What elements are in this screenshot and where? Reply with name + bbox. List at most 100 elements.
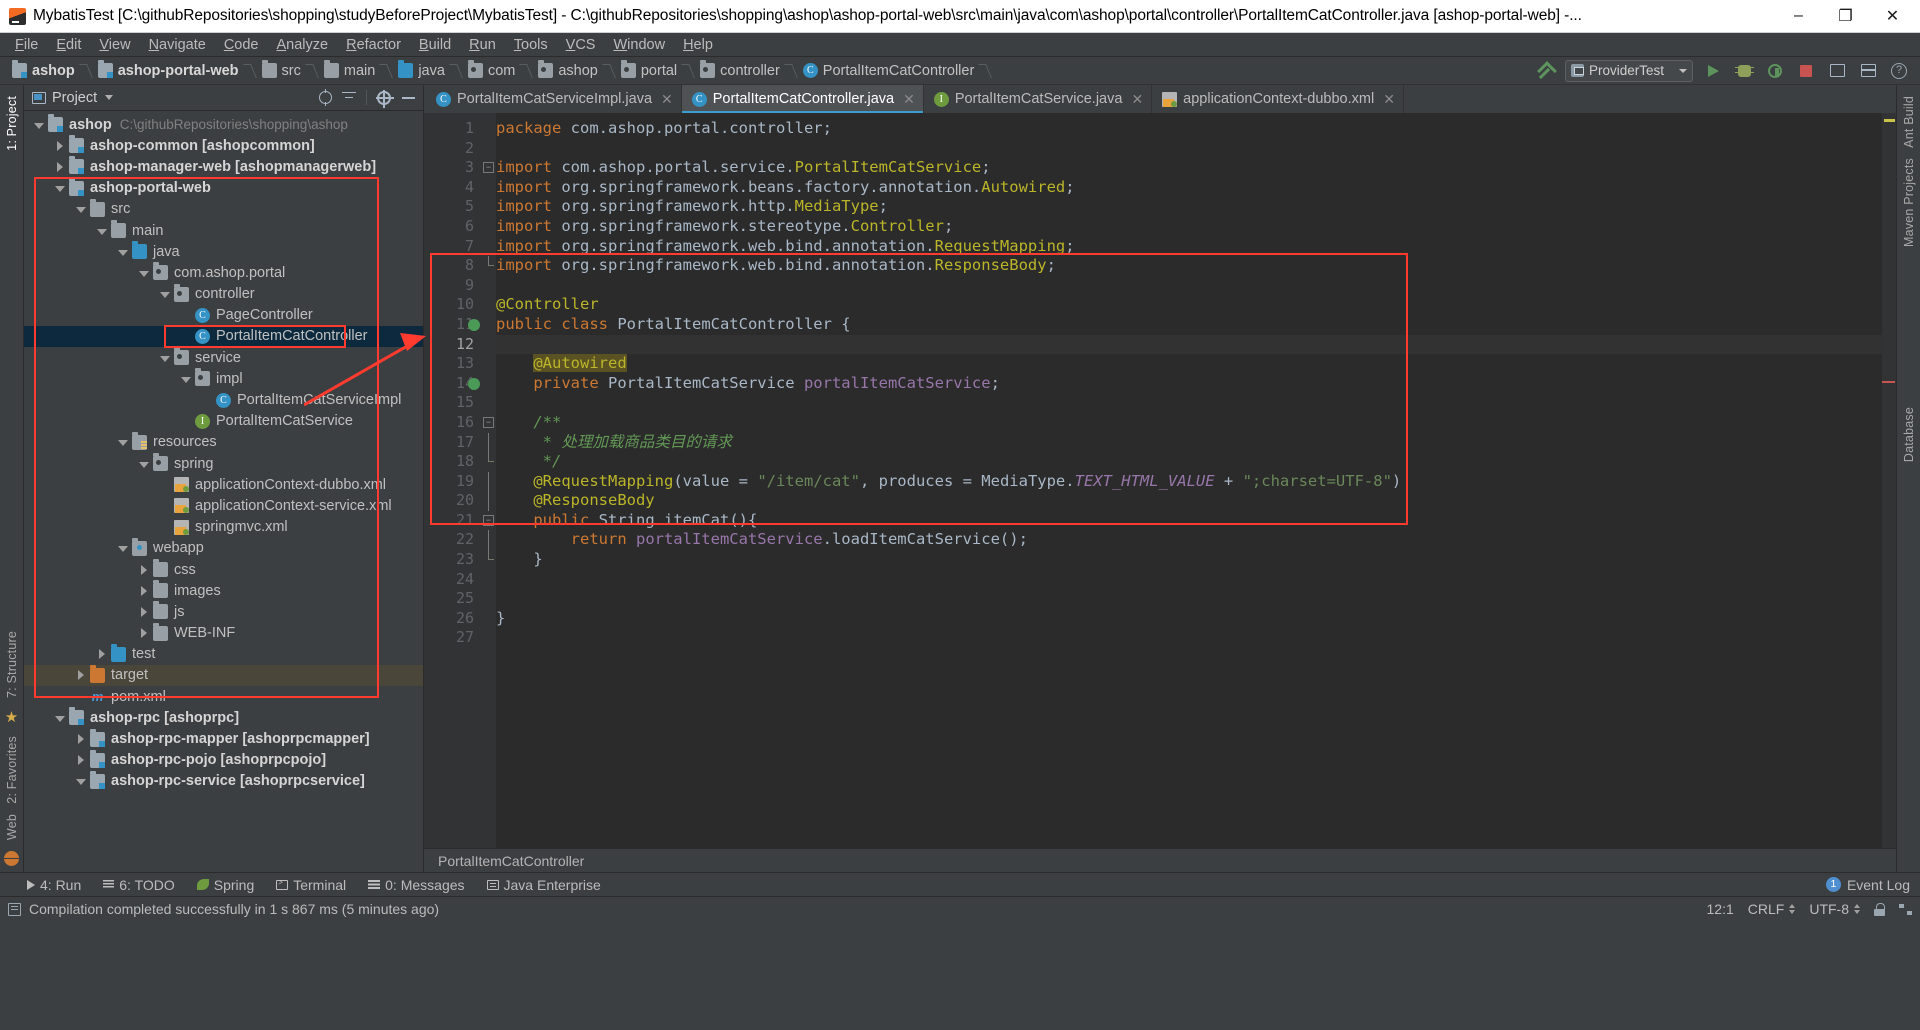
fold-marker-line-23[interactable] — [482, 550, 496, 570]
fold-collapse-icon[interactable]: − — [483, 514, 494, 526]
caret-position[interactable]: 12:1 — [1707, 901, 1734, 917]
twisty-collapsed-icon[interactable] — [53, 139, 67, 153]
twisty-expanded-icon[interactable] — [137, 457, 151, 471]
tree-node[interactable]: java — [24, 241, 423, 262]
code-line-4[interactable]: import org.springframework.beans.factory… — [496, 178, 1882, 198]
tree-node[interactable]: ashop-rpc-service [ashoprpcservice] — [24, 770, 423, 792]
code-line-23[interactable]: } — [496, 550, 1882, 570]
fold-marker-line-2[interactable] — [482, 139, 496, 159]
favorites-star-icon[interactable]: ★ — [5, 710, 18, 725]
left-tool-button-7-structure[interactable]: 7: Structure — [5, 626, 19, 703]
gear-icon[interactable] — [375, 89, 394, 108]
twisty-collapsed-icon[interactable] — [137, 626, 151, 640]
twisty-collapsed-icon[interactable] — [95, 647, 109, 661]
close-icon[interactable]: ✕ — [661, 91, 673, 108]
fold-marker-line-17[interactable] — [482, 432, 496, 453]
source-code[interactable]: package com.ashop.portal.controller; imp… — [496, 113, 1882, 848]
tree-node[interactable]: controller — [24, 283, 423, 305]
tree-node[interactable]: applicationContext-service.xml — [24, 495, 423, 516]
editor-tab-applicationcontext-dubbo-xml[interactable]: applicationContext-dubbo.xml ✕ — [1152, 85, 1404, 113]
update-project-icon[interactable] — [1536, 61, 1556, 81]
fold-marker-line-24[interactable] — [482, 570, 496, 590]
lock-icon[interactable] — [1874, 902, 1885, 916]
tree-node[interactable]: webapp — [24, 537, 423, 559]
tree-node[interactable]: C PageController — [24, 305, 423, 326]
code-folding-gutter[interactable]: − − − — [482, 113, 496, 848]
scroll-from-source-icon[interactable] — [316, 89, 334, 107]
fold-marker-line-5[interactable] — [482, 197, 496, 217]
debug-button[interactable] — [1733, 60, 1755, 82]
code-line-12[interactable] — [496, 334, 1882, 355]
stop-button[interactable] — [1795, 60, 1817, 82]
breadcrumb-item-ashop-portal-web[interactable]: ashop-portal-web — [94, 60, 258, 82]
tree-node[interactable]: C PortalItemCatServiceImpl — [24, 389, 423, 410]
left-tool-button-1-project[interactable]: 1: Project — [5, 91, 19, 156]
twisty-expanded-icon[interactable] — [179, 372, 193, 386]
code-line-16[interactable]: /** — [496, 413, 1882, 433]
twisty-collapsed-icon[interactable] — [137, 563, 151, 577]
file-encoding[interactable]: UTF-8 — [1809, 901, 1860, 917]
tree-node[interactable]: com.ashop.portal — [24, 262, 423, 283]
twisty-collapsed-icon[interactable] — [53, 160, 67, 174]
breadcrumb-item-controller[interactable]: controller — [696, 60, 799, 82]
bottom-tool-4-run[interactable]: 4: Run — [24, 877, 84, 893]
fold-marker-line-9[interactable] — [482, 276, 496, 296]
menu-item-file[interactable]: File — [6, 35, 47, 55]
tree-node[interactable]: spring — [24, 453, 423, 474]
code-line-8[interactable]: import org.springframework.web.bind.anno… — [496, 256, 1882, 276]
close-icon[interactable]: ✕ — [1383, 91, 1395, 108]
fold-marker-line-19[interactable] — [482, 471, 496, 492]
fold-marker-line-22[interactable] — [482, 530, 496, 551]
menu-item-code[interactable]: Code — [215, 35, 268, 55]
modified-marker[interactable] — [1882, 381, 1895, 383]
code-line-18[interactable]: */ — [496, 452, 1882, 472]
twisty-expanded-icon[interactable] — [32, 118, 46, 132]
bottom-tool-java-enterprise[interactable]: Java Enterprise — [484, 877, 604, 893]
code-line-14[interactable]: private PortalItemCatService portalItemC… — [496, 374, 1882, 394]
tree-node[interactable]: impl — [24, 368, 423, 389]
tree-node[interactable]: m pom.xml — [24, 686, 423, 707]
chevron-down-icon[interactable] — [105, 95, 114, 100]
tree-node[interactable]: C PortalItemCatController — [24, 325, 423, 348]
hide-panel-icon[interactable] — [399, 89, 417, 107]
fold-marker-line-27[interactable] — [482, 628, 496, 648]
layout-button[interactable] — [1826, 60, 1848, 82]
tree-node[interactable]: main — [24, 220, 423, 241]
code-line-1[interactable]: package com.ashop.portal.controller; — [496, 119, 1882, 139]
twisty-expanded-icon[interactable] — [158, 351, 172, 365]
fold-marker-line-8[interactable] — [482, 256, 496, 276]
editor-tab-portalitemcatserviceimpl-java[interactable]: C PortalItemCatServiceImpl.java ✕ — [426, 85, 682, 113]
twisty-expanded-icon[interactable] — [116, 245, 130, 259]
code-line-21[interactable]: public String itemCat(){ — [496, 511, 1882, 531]
tree-node[interactable]: ashop-manager-web [ashopmanagerweb] — [24, 156, 423, 177]
right-tool-button-ant-build[interactable]: Ant Build — [1902, 91, 1916, 153]
breadcrumb-item-ashop[interactable]: ashop — [8, 60, 94, 82]
tree-node[interactable]: ashop C:\githubRepositories\shopping\asho… — [24, 114, 423, 135]
fold-marker-line-12[interactable] — [482, 335, 496, 355]
code-line-6[interactable]: import org.springframework.stereotype.Co… — [496, 217, 1882, 237]
twisty-expanded-icon[interactable] — [53, 711, 67, 725]
menu-item-analyze[interactable]: Analyze — [268, 35, 338, 55]
collapse-all-icon[interactable] — [340, 89, 358, 107]
project-tree[interactable]: ashop C:\githubRepositories\shopping\asho… — [24, 111, 423, 872]
tree-node[interactable]: ashop-portal-web — [24, 177, 423, 199]
run-configuration-selector[interactable]: ProviderTest — [1565, 59, 1693, 82]
web-globe-icon[interactable] — [4, 851, 19, 866]
fold-marker-line-4[interactable] — [482, 178, 496, 198]
twisty-collapsed-icon[interactable] — [137, 605, 151, 619]
event-log-button[interactable]: 1 Event Log — [1825, 877, 1910, 893]
code-line-19[interactable]: @RequestMapping(value = "/item/cat", pro… — [496, 472, 1882, 492]
breadcrumb-item-com[interactable]: com — [464, 60, 534, 82]
breadcrumb-item-main[interactable]: main — [320, 60, 394, 82]
menu-item-tools[interactable]: Tools — [505, 35, 557, 55]
fold-marker-line-16[interactable]: − — [482, 413, 496, 433]
tree-node[interactable]: springmvc.xml — [24, 517, 423, 538]
code-line-10[interactable]: @Controller — [496, 295, 1882, 315]
code-line-20[interactable]: @ResponseBody — [496, 491, 1882, 511]
warning-marker[interactable] — [1884, 119, 1895, 122]
code-line-2[interactable] — [496, 139, 1882, 159]
breadcrumb-item-portalitemcatcontroller[interactable]: C PortalItemCatController — [799, 60, 994, 82]
autowired-gutter-icon[interactable] — [468, 377, 480, 390]
twisty-collapsed-icon[interactable] — [74, 732, 88, 746]
code-line-22[interactable]: return portalItemCatService.loadItemCatS… — [496, 530, 1882, 550]
